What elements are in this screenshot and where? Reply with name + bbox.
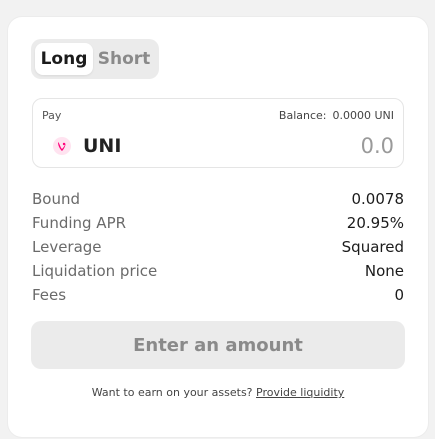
balance-label: Balance: <box>278 109 327 122</box>
stat-label: Leverage <box>32 238 102 256</box>
liquidity-prompt-text: Want to earn on your assets? <box>91 386 253 399</box>
token-selector[interactable]: UNI <box>53 135 121 157</box>
stat-value: 20.95% <box>346 214 404 232</box>
position-tabs: Long Short <box>31 39 159 79</box>
amount-input[interactable] <box>214 134 394 158</box>
position-stats: Bound 0.0078 Funding APR 20.95% Leverage… <box>32 187 404 307</box>
balance: Balance: 0.0000 UNI <box>279 109 394 122</box>
stat-label: Bound <box>32 190 81 208</box>
stat-row-fees: Fees 0 <box>32 283 404 307</box>
uni-token-icon <box>53 137 71 155</box>
stat-row-leverage: Leverage Squared <box>32 235 404 259</box>
token-symbol: UNI <box>83 135 122 157</box>
tab-short[interactable]: Short <box>93 43 155 75</box>
stat-label: Fees <box>32 286 67 304</box>
pay-panel: Pay Balance: 0.0000 UNI UNI <box>32 98 404 168</box>
stat-row-funding-apr: Funding APR 20.95% <box>32 211 404 235</box>
stat-label: Funding APR <box>32 214 127 232</box>
liquidity-prompt: Want to earn on your assets? Provide liq… <box>8 386 428 399</box>
stat-row-liquidation-price: Liquidation price None <box>32 259 404 283</box>
trade-card: Long Short Pay Balance: 0.0000 UNI UNI B… <box>8 17 428 437</box>
stat-label: Liquidation price <box>32 262 158 280</box>
stat-row-bound: Bound 0.0078 <box>32 187 404 211</box>
stat-value: 0 <box>394 286 404 304</box>
pay-label: Pay <box>42 109 62 122</box>
provide-liquidity-link[interactable]: Provide liquidity <box>256 386 344 399</box>
stat-value: 0.0078 <box>351 190 405 208</box>
balance-value: 0.0000 UNI <box>332 109 394 122</box>
enter-amount-button[interactable]: Enter an amount <box>31 321 405 369</box>
tab-long[interactable]: Long <box>35 43 93 75</box>
stat-value: Squared <box>341 238 404 256</box>
stat-value: None <box>364 262 404 280</box>
